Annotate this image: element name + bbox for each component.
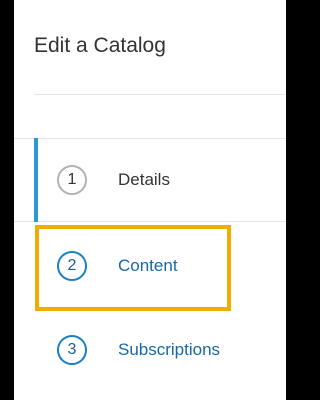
- step-content[interactable]: 2 Content: [14, 224, 286, 308]
- step-label[interactable]: Subscriptions: [118, 340, 220, 360]
- step-number-circle: 3: [57, 335, 87, 365]
- header-divider: [34, 94, 286, 95]
- page-title: Edit a Catalog: [34, 34, 166, 57]
- edit-catalog-panel: Edit a Catalog 1 Details 2 Content 3 Sub…: [14, 0, 286, 400]
- step-subscriptions[interactable]: 3 Subscriptions: [14, 308, 286, 392]
- step-number-circle: 2: [57, 251, 87, 281]
- step-details[interactable]: 1 Details: [14, 138, 286, 222]
- step-number-circle: 1: [57, 165, 87, 195]
- step-label[interactable]: Content: [118, 256, 178, 276]
- step-label: Details: [118, 170, 170, 189]
